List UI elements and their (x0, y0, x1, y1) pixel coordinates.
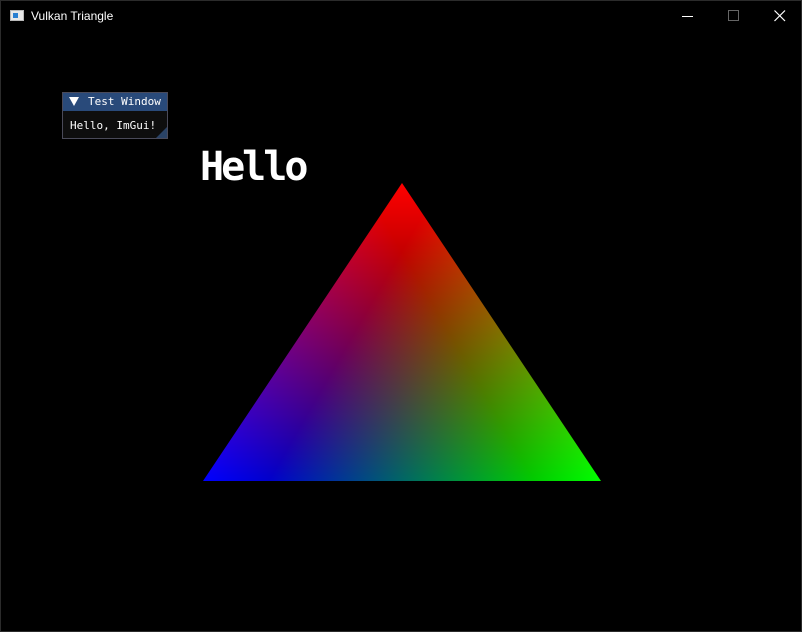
maximize-button[interactable] (711, 1, 757, 31)
app-window: Vulkan Triangle Hello Test Window Hello,… (0, 0, 802, 632)
title-bar[interactable]: Vulkan Triangle (1, 1, 801, 31)
imgui-title-bar[interactable]: Test Window (63, 93, 167, 111)
imgui-body-text: Hello, ImGui! (70, 119, 157, 132)
resize-grip-icon[interactable] (156, 127, 167, 138)
close-button[interactable] (757, 1, 802, 31)
window-title: Vulkan Triangle (31, 9, 114, 23)
imgui-test-window[interactable]: Test Window Hello, ImGui! (62, 92, 168, 139)
minimize-button[interactable] (665, 1, 711, 31)
window-app-icon (10, 10, 24, 21)
imgui-window-title: Test Window (88, 95, 161, 108)
hello-overlay-text: Hello (200, 144, 308, 190)
triangle-layer-green (203, 183, 601, 481)
triangle-down-icon[interactable] (69, 97, 79, 106)
close-icon (774, 10, 786, 22)
maximize-icon (728, 10, 739, 21)
minimize-icon (682, 16, 693, 17)
